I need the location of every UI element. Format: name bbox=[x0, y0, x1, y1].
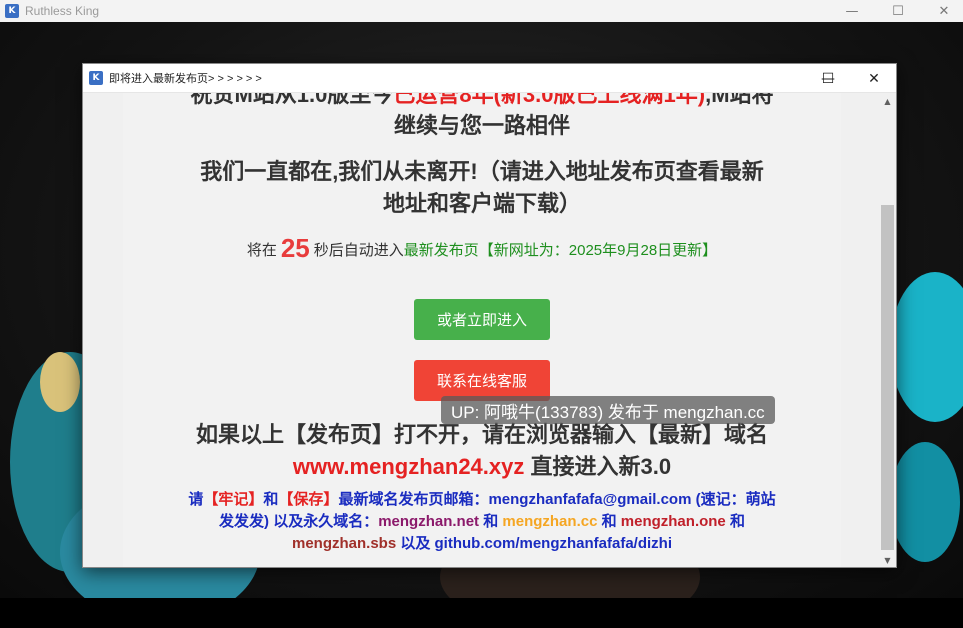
countdown-mid: 秒后自动进入 bbox=[313, 242, 404, 259]
app-minimize-button[interactable]: — bbox=[829, 0, 875, 22]
contact-support-button[interactable]: 联系在线客服 bbox=[414, 360, 550, 401]
domain-sbs-link[interactable]: mengzhan.sbs bbox=[292, 535, 396, 552]
close-icon: ✕ bbox=[938, 3, 950, 19]
domain-one-link[interactable]: mengzhan.one bbox=[621, 513, 726, 530]
intro-text-b: ,M站将 bbox=[705, 93, 774, 107]
danmaku-overlay: UP: 阿哦牛(133783) 发布于 mengzhan.cc bbox=[441, 396, 775, 424]
intro-line-2: 继续与您一路相伴 bbox=[393, 113, 570, 138]
stay-line-2: 地址和客户端下载） bbox=[382, 191, 581, 216]
domain-net-link[interactable]: mengzhan.net bbox=[378, 513, 479, 530]
app-maximize-button[interactable]: ☐ bbox=[875, 0, 921, 22]
close-icon: ✕ bbox=[868, 70, 880, 87]
enter-now-button[interactable]: 或者立即进入 bbox=[414, 299, 550, 340]
notice-content: 祝贺M站从1.0版至今已运营8年(新3.0版已上线满1年),M站将 继续与您一路… bbox=[123, 93, 841, 567]
notice-dialog: K 即将进入最新发布页> > > > > > — ☐ ✕ 祝贺M站从1.0版至今… bbox=[82, 63, 897, 568]
app-logo-icon: K bbox=[5, 4, 19, 18]
release-page-link[interactable]: 最新发布页 bbox=[404, 242, 479, 259]
info-line-2: 发发发) 以及永久域名：mengzhan.net 和 mengzhan.cc 和… bbox=[219, 513, 745, 530]
fallback-suffix: 直接进入新3.0 bbox=[524, 454, 672, 479]
dialog-close-button[interactable]: ✕ bbox=[851, 64, 896, 93]
scroll-up-arrow-icon[interactable]: ▲ bbox=[879, 93, 896, 109]
maximize-icon: ☐ bbox=[821, 70, 835, 87]
stay-line-1: 我们一直都在,我们从未离开!（请进入地址发布页查看最新 bbox=[200, 159, 764, 184]
intro-text-a: 祝贺M站从1.0版至今 bbox=[190, 93, 394, 107]
figure-right-lower-shape bbox=[890, 442, 960, 562]
countdown-seconds: 25 bbox=[280, 233, 310, 263]
minimize-icon: — bbox=[845, 3, 859, 19]
bottom-bar bbox=[0, 598, 963, 628]
figure-right-shape bbox=[890, 272, 963, 422]
scroll-down-arrow-icon[interactable]: ▼ bbox=[879, 552, 896, 567]
app-close-button[interactable]: ✕ bbox=[921, 0, 963, 22]
countdown-prefix: 将在 bbox=[246, 242, 277, 259]
app-title: Ruthless King bbox=[25, 4, 100, 18]
dialog-maximize-button[interactable]: ☐ bbox=[805, 64, 851, 93]
scroll-thumb[interactable] bbox=[881, 205, 894, 550]
intro-line-1: 祝贺M站从1.0版至今已运营8年(新3.0版已上线满1年),M站将 bbox=[123, 93, 841, 111]
info-line-3: mengzhan.sbs 以及 github.com/mengzhanfafaf… bbox=[143, 533, 821, 555]
dialog-logo-icon: K bbox=[89, 71, 103, 85]
countdown-line: 将在 25 秒后自动进入最新发布页【新网址为：2025年9月28日更新】 bbox=[123, 233, 841, 264]
countdown-update-note: 【新网址为：2025年9月28日更新】 bbox=[478, 242, 718, 259]
dialog-titlebar: K 即将进入最新发布页> > > > > > — bbox=[83, 64, 896, 93]
email-text: 最新域名发布页邮箱：mengzhanfafafa@gmail.com (速记：萌… bbox=[338, 491, 776, 508]
app-titlebar: K Ruthless King — ☐ ✕ bbox=[0, 0, 963, 22]
github-text: 以及 github.com/mengzhanfafafa/dizhi bbox=[396, 535, 673, 552]
fallback-domain-link[interactable]: www.mengzhan24.xyz bbox=[293, 454, 524, 479]
info-line-1: 请【牢记】和【保存】最新域名发布页邮箱：mengzhanfafafa@gmail… bbox=[188, 491, 776, 508]
fallback-line-2: www.mengzhan24.xyz 直接进入新3.0 bbox=[123, 451, 841, 483]
info-paragraph: 请【牢记】和【保存】最新域名发布页邮箱：mengzhanfafafa@gmail… bbox=[143, 489, 821, 555]
intro-text-highlight: 已运营8年(新3.0版已上线满1年) bbox=[393, 93, 706, 107]
figure-left-hair-shape bbox=[40, 352, 80, 412]
domain-cc-link[interactable]: mengzhan.cc bbox=[502, 513, 597, 530]
vertical-scrollbar[interactable]: ▲ ▼ bbox=[879, 93, 896, 567]
dialog-title: 即将进入最新发布页> > > > > > bbox=[109, 73, 262, 85]
maximize-icon: ☐ bbox=[892, 3, 904, 19]
